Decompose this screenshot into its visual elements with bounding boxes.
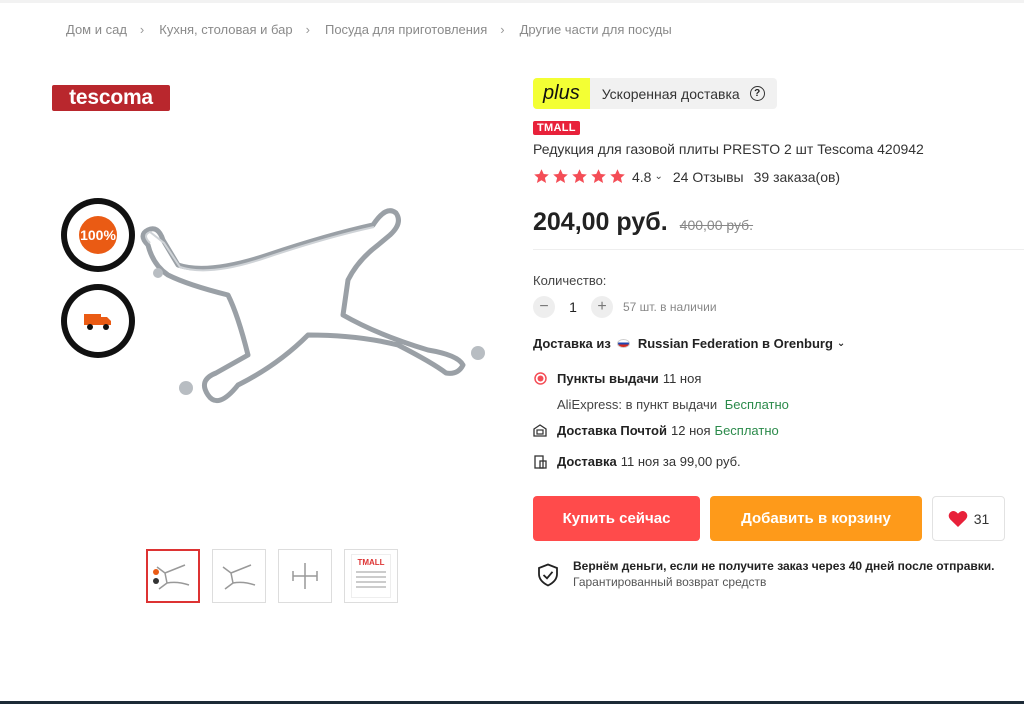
old-price: 400,00 руб. (679, 217, 754, 233)
add-to-cart-button[interactable]: Добавить в корзину (710, 496, 922, 541)
thumbnail-3[interactable] (278, 549, 332, 603)
delivery-option-pickup[interactable]: Пункты выдачи 11 ноя AliExpress: в пункт… (533, 371, 789, 412)
wishlist-count: 31 (973, 510, 990, 527)
thumbnail-1[interactable] (146, 549, 200, 603)
quantity-stepper: − 1 + 57 шт. в наличии (533, 296, 717, 318)
truck-icon (79, 302, 117, 340)
chevron-right-icon: › (500, 22, 505, 37)
guarantee-text: Вернём деньги, если не получите заказ че… (573, 559, 995, 589)
star-icon (610, 169, 625, 183)
courier-icon (533, 454, 547, 469)
brand-logo: tescoma (52, 85, 170, 111)
delivery-courier-title: Доставка (557, 454, 617, 469)
orders-count: 39 заказа(ов) (753, 168, 841, 185)
thumbnail-text-lines (356, 586, 386, 588)
fast-delivery-badge-ring (67, 290, 129, 352)
shipping-prefix: Доставка из (533, 336, 611, 351)
price-divider (533, 249, 1024, 250)
certified-badge-core: 100% (79, 216, 117, 254)
rating-stars (533, 168, 626, 185)
reviews-link[interactable]: 24 Отзывы (673, 169, 744, 185)
radio-selected-icon[interactable] (533, 372, 547, 386)
certified-badge-ring: 100% (67, 204, 129, 266)
star-icon (591, 169, 606, 183)
chevron-right-icon: › (305, 22, 310, 37)
russia-flag-icon (616, 339, 630, 348)
thumbnail-text-lines (356, 576, 386, 578)
guarantee-main: Вернём деньги, если не получите заказ че… (573, 559, 995, 573)
thumbnail-4[interactable]: TMALL (344, 549, 398, 603)
product-title: Редукция для газовой плиты PRESTO 2 шт T… (533, 141, 924, 157)
thumbnail-text-lines (356, 581, 386, 583)
breadcrumb-item-home-garden[interactable]: Дом и сад (66, 22, 127, 37)
certified-badge: 100% (61, 198, 135, 272)
breadcrumb-item-other-parts[interactable]: Другие части для посуды (520, 22, 672, 37)
quantity-increase-button[interactable]: + (591, 296, 613, 318)
delivery-pickup-title: Пункты выдачи (557, 371, 659, 386)
quantity-label: Количество: (533, 273, 607, 288)
breadcrumb-item-kitchen[interactable]: Кухня, столовая и бар (159, 22, 292, 37)
current-price: 204,00 руб. (533, 208, 668, 236)
delivery-option-courier[interactable]: Доставка 11 ноя за 99,00 руб. (533, 454, 741, 469)
tmall-badge: TMALL (533, 121, 580, 135)
star-icon (553, 169, 568, 183)
buy-now-button[interactable]: Купить сейчас (533, 496, 700, 541)
plus-delivery-banner[interactable]: plus Ускоренная доставка ? (533, 78, 777, 109)
delivery-option-pickup-row: Пункты выдачи 11 ноя (533, 371, 789, 386)
chevron-down-icon[interactable]: ⌄ (654, 171, 662, 182)
shipping-origin-selector[interactable]: Доставка из Russian Federation в Orenbur… (533, 336, 845, 351)
help-icon[interactable]: ? (749, 86, 765, 101)
quantity-value[interactable]: 1 (555, 299, 591, 315)
fast-delivery-badge (61, 284, 135, 358)
delivery-courier-date: 11 ноя за 99,00 руб. (620, 454, 741, 469)
shield-check-icon (538, 563, 558, 587)
chevron-right-icon: › (139, 22, 145, 37)
quantity-decrease-button[interactable]: − (533, 296, 555, 318)
thumbnail-tmall-label: TMALL (357, 558, 385, 567)
rating-row: 4.8 ⌄ 24 Отзывы 39 заказа(ов) (533, 168, 840, 185)
rating-value: 4.8 (632, 168, 652, 185)
thumbnail-4-content: TMALL (351, 554, 391, 598)
chevron-down-icon: ⌄ (836, 338, 846, 349)
heart-icon (948, 510, 968, 527)
delivery-post-title: Доставка Почтой (557, 423, 667, 438)
shipping-destination: Russian Federation в Orenburg (637, 336, 833, 351)
breadcrumb: Дом и сад › Кухня, столовая и бар › Посу… (66, 22, 672, 37)
delivery-option-post-row: Доставка Почтой 12 ноя Бесплатно (533, 423, 779, 438)
plus-delivery-text: Ускоренная доставка (601, 85, 740, 102)
top-divider (0, 0, 1024, 3)
star-icon (534, 169, 549, 183)
wishlist-button[interactable]: 31 (932, 496, 1005, 541)
price-block: 204,00 руб. 400,00 руб. (533, 208, 753, 237)
guarantee-sub: Гарантированный возврат средств (573, 575, 767, 589)
stock-count: 57 шт. в наличии (623, 300, 717, 314)
thumbnail-strip: TMALL (146, 549, 398, 603)
star-icon (572, 169, 587, 183)
thumbnail-text-lines (356, 571, 386, 573)
delivery-option-courier-row: Доставка 11 ноя за 99,00 руб. (533, 454, 741, 469)
delivery-post-price: Бесплатно (714, 423, 779, 438)
breadcrumb-item-cookware[interactable]: Посуда для приготовления (325, 22, 487, 37)
plus-tag: plus (533, 78, 590, 109)
delivery-post-date: 12 ноя (671, 423, 711, 438)
product-page: Дом и сад › Кухня, столовая и бар › Посу… (0, 0, 1024, 704)
thumbnail-2[interactable] (212, 549, 266, 603)
delivery-pickup-sub-text: AliExpress: в пункт выдачи (557, 397, 718, 412)
gas-stove-reducer-image (140, 208, 485, 404)
delivery-pickup-price: Бесплатно (724, 397, 789, 412)
money-back-guarantee: Вернём деньги, если не получите заказ че… (537, 559, 995, 589)
delivery-pickup-sub: AliExpress: в пункт выдачи Бесплатно (557, 397, 789, 412)
delivery-pickup-date: 11 ноя (662, 371, 702, 386)
delivery-option-post[interactable]: Доставка Почтой 12 ноя Бесплатно (533, 423, 779, 438)
post-office-icon (533, 424, 547, 438)
product-main-image[interactable] (128, 195, 498, 425)
